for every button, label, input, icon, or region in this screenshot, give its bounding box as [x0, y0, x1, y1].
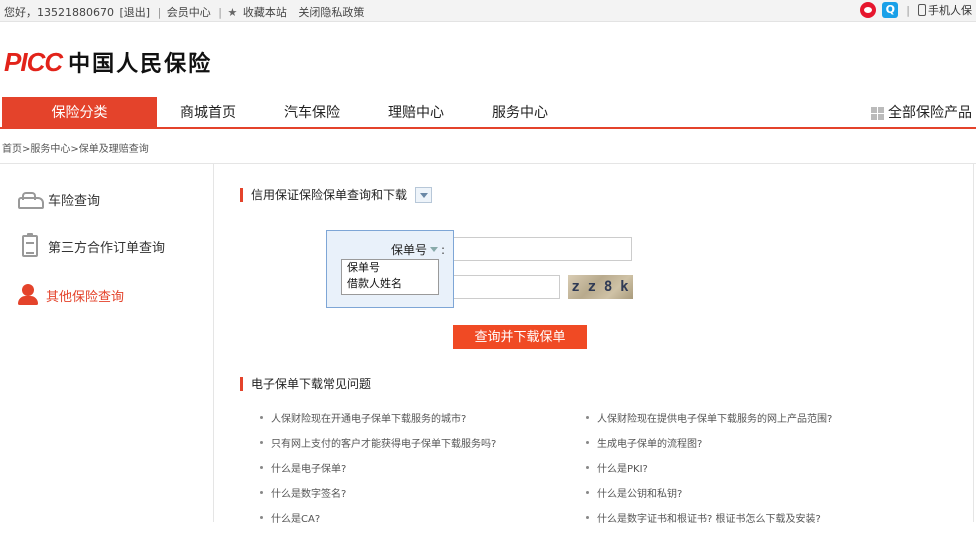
- captcha-image[interactable]: z z 8 k: [568, 275, 633, 299]
- divider: |: [906, 3, 910, 17]
- faq-link-label: 人保财险现在提供电子保单下载服务的网上产品范围?: [597, 414, 833, 425]
- colon: :: [441, 242, 446, 257]
- captcha-char: z: [587, 279, 598, 295]
- nav-item-home[interactable]: 商城首页: [180, 97, 236, 129]
- greeting-text: 您好，13521880670: [4, 6, 114, 19]
- person-icon: [18, 284, 40, 306]
- faq-link-label: 什么是数字签名?: [271, 489, 347, 500]
- all-products-link[interactable]: 全部保险产品: [871, 97, 972, 129]
- bullet-icon: [260, 416, 263, 419]
- faq-link[interactable]: 什么是CA?: [260, 510, 320, 525]
- bullet-icon: [586, 466, 589, 469]
- weibo-icon[interactable]: [860, 2, 877, 18]
- divider: |: [218, 6, 223, 19]
- main-nav: 保险分类 商城首页 汽车保险 理赔中心 服务中心 全部保险产品: [0, 97, 976, 129]
- faq-link[interactable]: 什么是公钥和私钥?: [586, 485, 682, 500]
- query-download-button[interactable]: 查询并下载保单: [453, 325, 587, 349]
- logout-link[interactable]: [退出]: [119, 6, 150, 19]
- faq-link-label: 什么是公钥和私钥?: [597, 489, 683, 500]
- car-icon: [18, 191, 44, 209]
- nav-category-button[interactable]: 保险分类: [2, 97, 157, 129]
- site-logo[interactable]: PICC 中国人民保险: [4, 46, 212, 78]
- member-center-link[interactable]: 会员中心: [167, 6, 211, 19]
- policy-number-input[interactable]: [452, 237, 632, 261]
- logo-name: 中国人民保险: [68, 52, 213, 77]
- nav-item-service[interactable]: 服务中心: [492, 97, 548, 129]
- faq-section-title: 电子保单下载常见问题: [240, 375, 371, 392]
- privacy-link[interactable]: 关闭隐私政策: [298, 6, 364, 19]
- divider: [973, 164, 974, 522]
- captcha-char: 8: [603, 279, 614, 295]
- title-bar: [240, 187, 243, 202]
- sidebar-item-auto-query[interactable]: 车险查询: [18, 190, 100, 209]
- bookmark-link[interactable]: 收藏本站: [243, 6, 287, 19]
- sidebar-item-other-insurance[interactable]: 其他保险查询: [18, 284, 124, 306]
- query-type-select[interactable]: 保单号 :: [391, 241, 445, 258]
- all-products-label: 全部保险产品: [888, 105, 972, 121]
- faq-link[interactable]: 什么是数字证书和根证书? 根证书怎么下载及安装?: [586, 510, 821, 525]
- bullet-icon: [260, 516, 263, 519]
- faq-link[interactable]: 什么是数字签名?: [260, 485, 346, 500]
- logo-brand: PICC: [4, 46, 63, 77]
- top-bar: 您好，13521880670 [退出] | 会员中心 | ★ 收藏本站 关闭隐私…: [0, 0, 976, 22]
- bullet-icon: [586, 516, 589, 519]
- query-section-title: 信用保证保险保单查询和下载: [240, 186, 407, 203]
- dropdown-toggle-button[interactable]: [415, 187, 432, 203]
- mobile-label: 手机人保: [928, 4, 972, 17]
- sidebar-item-label: 其他保险查询: [46, 289, 125, 305]
- query-title: 信用保证保险保单查询和下载: [251, 188, 408, 202]
- faq-link-label: 人保财险现在开通电子保单下载服务的城市?: [271, 414, 467, 425]
- query-type-label: 保单号: [391, 243, 428, 257]
- faq-link-label: 什么是数字证书和根证书? 根证书怎么下载及安装?: [597, 514, 821, 525]
- query-type-popup: 保单号 : 保单号 借款人姓名: [326, 230, 454, 308]
- title-bar: [240, 376, 243, 391]
- faq-link[interactable]: 生成电子保单的流程图?: [586, 435, 702, 450]
- faq-link[interactable]: 什么是PKI?: [586, 460, 648, 475]
- phone-icon: [918, 4, 926, 16]
- faq-link-label: 只有网上支付的客户才能获得电子保单下载服务吗?: [271, 439, 497, 450]
- chevron-down-icon: [430, 247, 439, 252]
- bullet-icon: [260, 491, 263, 494]
- bullet-icon: [260, 441, 263, 444]
- nav-item-auto[interactable]: 汽车保险: [284, 97, 340, 129]
- star-icon: ★: [227, 6, 238, 19]
- faq-link-label: 什么是PKI?: [597, 464, 648, 475]
- faq-link-label: 什么是电子保单?: [271, 464, 347, 475]
- captcha-char: z: [571, 279, 581, 295]
- captcha-input[interactable]: [452, 275, 560, 299]
- sidebar-item-label: 第三方合作订单查询: [48, 240, 166, 256]
- sidebar: 车险查询 第三方合作订单查询 其他保险查询: [0, 164, 214, 522]
- grid-icon: [871, 106, 884, 120]
- faq-link[interactable]: 什么是电子保单?: [260, 460, 346, 475]
- divider: |: [157, 6, 162, 19]
- option-policy-number[interactable]: 保单号: [342, 260, 438, 276]
- bullet-icon: [586, 416, 589, 419]
- faq-link[interactable]: 人保财险现在开通电子保单下载服务的城市?: [260, 410, 466, 425]
- breadcrumb: 首页>服务中心>保单及理赔查询: [2, 144, 149, 155]
- faq-link[interactable]: 只有网上支付的客户才能获得电子保单下载服务吗?: [260, 435, 496, 450]
- captcha-char: k: [620, 279, 630, 295]
- faq-title: 电子保单下载常见问题: [251, 377, 372, 391]
- query-type-options: 保单号 借款人姓名: [341, 259, 439, 295]
- bullet-icon: [586, 441, 589, 444]
- faq-link[interactable]: 人保财险现在提供电子保单下载服务的网上产品范围?: [586, 410, 832, 425]
- clipboard-icon: [22, 233, 38, 257]
- bullet-icon: [586, 491, 589, 494]
- faq-link-label: 什么是CA?: [271, 514, 321, 525]
- option-borrower-name[interactable]: 借款人姓名: [342, 276, 438, 292]
- bullet-icon: [260, 466, 263, 469]
- nav-item-claims[interactable]: 理赔中心: [388, 97, 444, 129]
- mobile-link[interactable]: 手机人保: [918, 2, 972, 18]
- sidebar-item-label: 车险查询: [48, 194, 101, 209]
- sidebar-item-third-party[interactable]: 第三方合作订单查询: [18, 233, 166, 257]
- qzone-icon[interactable]: Q: [882, 2, 899, 18]
- faq-link-label: 生成电子保单的流程图?: [597, 439, 703, 450]
